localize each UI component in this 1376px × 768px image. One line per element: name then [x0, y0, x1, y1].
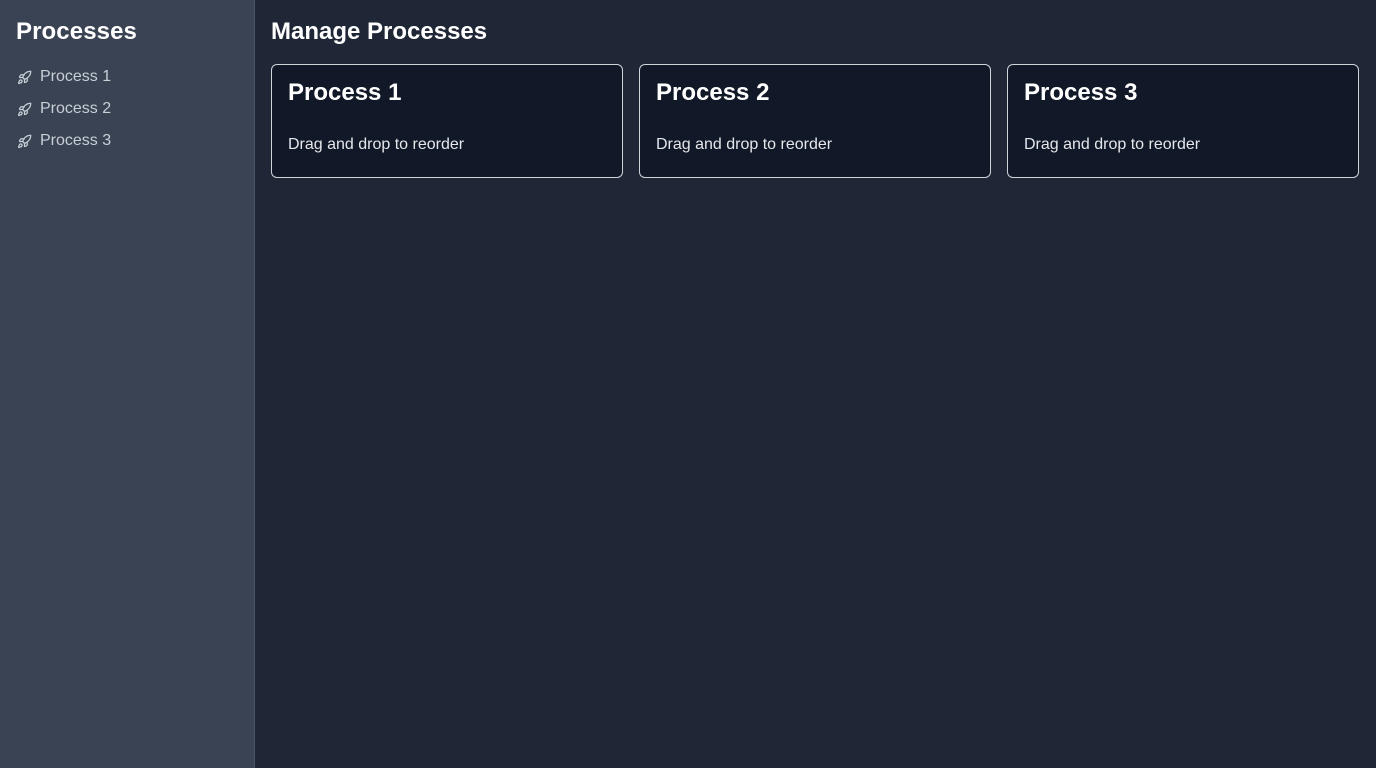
sidebar-title: Processes	[16, 18, 137, 45]
process-card-1[interactable]: Process 1 Drag and drop to reorder	[271, 64, 623, 178]
process-card-title: Process 3	[1024, 79, 1138, 106]
main-content: Manage Processes Process 1 Drag and drop…	[255, 0, 1376, 768]
rocket-icon	[16, 69, 32, 85]
process-card-hint: Drag and drop to reorder	[656, 136, 833, 153]
sidebar-item-process-2[interactable]: Process 2	[16, 93, 238, 125]
app-root: Processes Process 1 Process 2 Process 3 …	[0, 0, 1376, 768]
process-card-list: Process 1 Drag and drop to reorder Proce…	[271, 64, 1360, 178]
sidebar-item-label: Process 1	[40, 68, 112, 85]
sidebar-list: Process 1 Process 2 Process 3	[16, 61, 238, 157]
sidebar-item-label: Process 2	[40, 100, 112, 117]
sidebar-item-process-3[interactable]: Process 3	[16, 125, 238, 157]
sidebar-item-process-1[interactable]: Process 1	[16, 61, 238, 93]
sidebar-item-label: Process 3	[40, 132, 112, 149]
page-title: Manage Processes	[271, 18, 488, 45]
rocket-icon	[16, 101, 32, 117]
process-card-title: Process 2	[656, 79, 770, 106]
process-card-title: Process 1	[288, 79, 402, 106]
sidebar: Processes Process 1 Process 2 Process 3	[0, 0, 255, 768]
process-card-hint: Drag and drop to reorder	[1024, 136, 1201, 153]
process-card-hint: Drag and drop to reorder	[288, 136, 465, 153]
process-card-3[interactable]: Process 3 Drag and drop to reorder	[1007, 64, 1359, 178]
process-card-2[interactable]: Process 2 Drag and drop to reorder	[639, 64, 991, 178]
rocket-icon	[16, 133, 32, 149]
